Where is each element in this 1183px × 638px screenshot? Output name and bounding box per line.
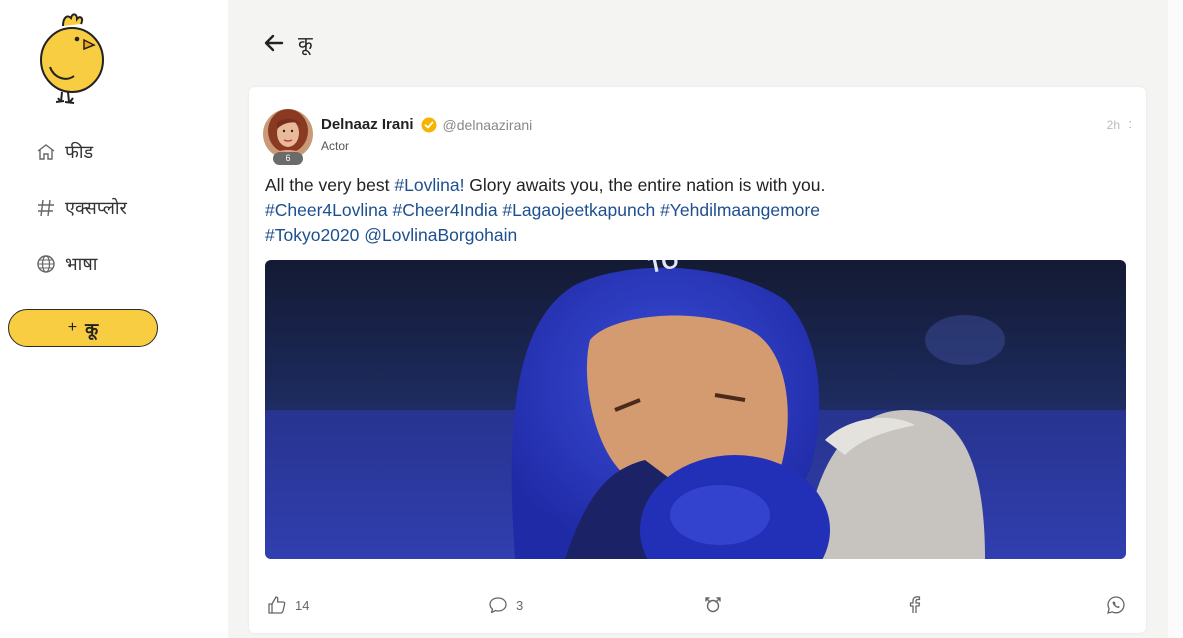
post-image[interactable]: TO: [265, 260, 1126, 559]
comment-button[interactable]: 3: [488, 595, 523, 615]
sidebar-item-feed[interactable]: फीड: [36, 138, 93, 166]
author-name[interactable]: Delnaaz Irani: [321, 116, 414, 133]
hashtag-icon: [36, 198, 56, 218]
author-handle[interactable]: @delnaazirani: [443, 117, 533, 133]
author-role: Actor: [321, 139, 350, 153]
post-actions: 14 3: [249, 595, 1146, 623]
hashtag-link[interactable]: #Tokyo2020: [265, 225, 359, 245]
sidebar-item-label: फीड: [65, 142, 94, 162]
post-time: 2h: [1106, 118, 1120, 132]
create-koo-label: कू: [85, 319, 99, 339]
home-icon: [36, 142, 56, 162]
post-text-line: All the very best #Lovlina! Glory awaits…: [265, 173, 1105, 198]
comment-count: 3: [516, 597, 524, 613]
author-row: Delnaaz Irani @delnaazirani: [321, 116, 532, 133]
sidebar-item-language[interactable]: भाषा: [36, 250, 97, 278]
back-arrow-icon[interactable]: [262, 31, 286, 55]
post-text: All the very best #Lovlina! Glory awaits…: [265, 173, 1105, 248]
post-text-part: All the very best: [265, 175, 395, 195]
sidebar-item-explore[interactable]: एक्सप्लोर: [36, 194, 127, 222]
create-koo-button[interactable]: + कू: [8, 309, 158, 347]
hashtag-link[interactable]: #Yehdilmaangemore: [660, 200, 820, 220]
rekoo-icon: [705, 597, 721, 613]
like-button[interactable]: 14: [267, 595, 309, 615]
post-text-part: Glory awaits you, the entire nation is w…: [464, 175, 826, 195]
facebook-icon: [909, 596, 921, 613]
post-text-line: #Tokyo2020 @LovlinaBorgohain: [265, 223, 1105, 248]
right-gutter: [1168, 0, 1183, 638]
sidebar-item-label: भाषा: [65, 254, 98, 274]
sidebar: फीड एक्सप्लोर भाषा + कू: [0, 0, 228, 638]
page-title: कू: [298, 34, 313, 55]
hashtag-link[interactable]: #Cheer4India: [392, 200, 497, 220]
more-options-icon[interactable]: :: [1128, 116, 1132, 131]
globe-icon: [36, 254, 56, 274]
thumbs-up-icon: [268, 596, 286, 614]
rekoo-button[interactable]: [703, 595, 723, 615]
facebook-share-button[interactable]: [905, 595, 925, 615]
sidebar-item-label: एक्सप्लोर: [65, 198, 127, 218]
avatar[interactable]: 6: [263, 109, 313, 165]
comment-icon: [489, 597, 507, 614]
plus-icon: +: [67, 319, 78, 336]
page-header: कू: [262, 28, 313, 58]
koo-logo[interactable]: [36, 12, 108, 106]
avatar-badge: 6: [273, 152, 303, 165]
hashtag-link[interactable]: #Cheer4Lovlina: [265, 200, 388, 220]
like-count: 14: [295, 597, 310, 613]
mention-link[interactable]: @LovlinaBorgohain: [364, 225, 517, 245]
whatsapp-share-button[interactable]: [1106, 595, 1126, 615]
whatsapp-icon: [1107, 596, 1125, 614]
post-text-line: #Cheer4Lovlina #Cheer4India #Lagaojeetka…: [265, 198, 1105, 223]
hashtag-link[interactable]: #Lovlina!: [394, 175, 464, 195]
hashtag-link[interactable]: #Lagaojeetkapunch: [502, 200, 655, 220]
verified-badge-icon: [421, 117, 437, 133]
koo-post-card: 6 Delnaaz Irani @delnaazirani Actor 2h :…: [249, 87, 1146, 633]
